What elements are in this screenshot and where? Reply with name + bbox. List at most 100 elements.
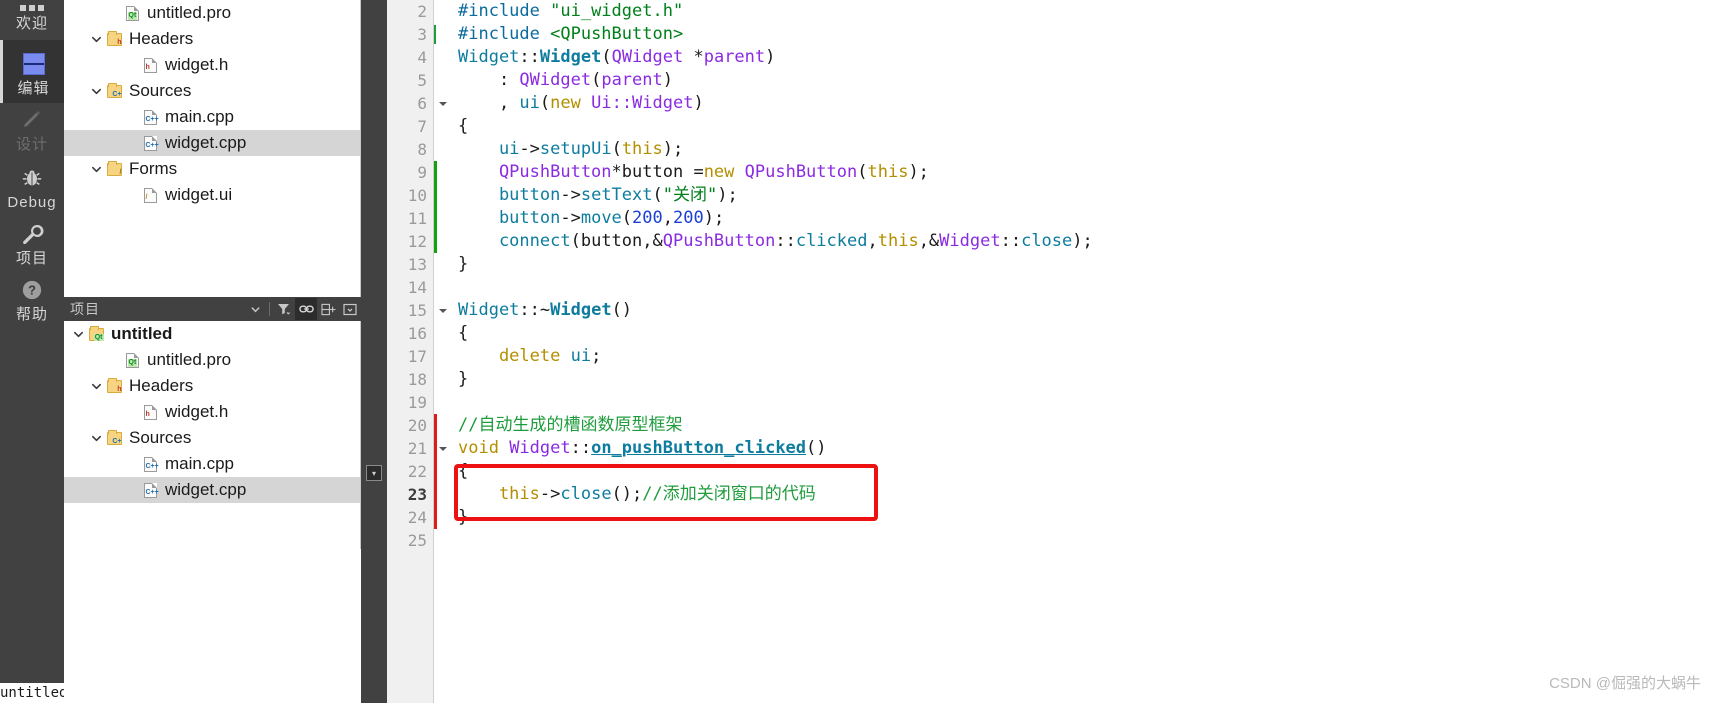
code-token: (	[570, 231, 581, 251]
project-tree: Qt untitled Qt untitled.pro h Headers h widget.…	[64, 321, 360, 503]
code-token: ->	[560, 208, 581, 228]
tree-row[interactable]: C+ Sources	[64, 78, 360, 104]
cpp-file-icon: C++	[140, 135, 160, 151]
code-line: button->move(200,200);	[458, 207, 1717, 230]
mode-item-projects[interactable]: 项目	[0, 217, 64, 273]
close-box-icon[interactable]	[339, 298, 361, 320]
code-token: QPushButton	[744, 162, 858, 182]
code-token: ,	[662, 208, 674, 228]
chevron-down-icon[interactable]	[70, 329, 86, 340]
editor-strip-toggle-button[interactable]: ▾	[366, 465, 382, 481]
code-token: ui	[519, 93, 540, 113]
h-file-icon: h	[140, 404, 160, 420]
line-number: 11	[407, 209, 427, 228]
edit-document-icon	[22, 49, 45, 79]
chevron-down-icon[interactable]	[244, 298, 266, 320]
tree-row[interactable]: C++ widget.cpp	[64, 130, 360, 156]
chevron-down-icon[interactable]	[88, 34, 104, 45]
file-tree-item-label: widget.h	[165, 55, 229, 74]
code-token: connect	[458, 231, 571, 251]
code-token: setupUi	[539, 139, 612, 159]
code-token: this	[877, 231, 919, 251]
code-line: : QWidget(parent)	[458, 69, 1717, 92]
fold-toggle-icon[interactable]	[437, 92, 449, 115]
change-marker-red	[434, 506, 437, 529]
code-token: button	[458, 185, 561, 205]
code-token: "关闭"	[662, 185, 718, 205]
code-token: ui	[570, 346, 592, 366]
fold-toggle-icon[interactable]	[437, 437, 449, 460]
open-documents-tree: Qt untitled.pro h Headers h widget.h C+ Sources…	[64, 0, 361, 297]
mode-item-debug-label: Debug	[7, 194, 57, 211]
code-token: Widget	[458, 300, 520, 320]
code-text-area[interactable]: #include "ui_widget.h" #include <QPushBut…	[454, 0, 1717, 703]
code-token: this	[458, 484, 540, 504]
mode-item-welcome[interactable]: 欢迎	[0, 0, 64, 40]
code-line: void Widget::on_pushButton_clicked()	[458, 437, 1717, 460]
code-line: this->close();//添加关闭窗口的代码	[458, 483, 1717, 506]
tree-row[interactable]: C++ widget.cpp	[64, 477, 360, 503]
chevron-down-icon[interactable]	[88, 86, 104, 97]
line-number: 16	[407, 324, 427, 343]
tree-row[interactable]: C++ main.cpp	[64, 104, 360, 130]
tree-row[interactable]: C++ main.cpp	[64, 451, 360, 477]
tree-row[interactable]: h Headers	[64, 26, 360, 52]
code-editor: ▾ 2 3 4 5 6 7 8 9 10 11 12 13 14 15 16 17 18 19 20 21 22 23 24…	[361, 0, 1717, 703]
dots-icon	[20, 2, 44, 14]
tree-row[interactable]: h Headers	[64, 373, 360, 399]
line-number: 12	[407, 232, 427, 251]
code-token: Widget	[509, 438, 571, 458]
code-token: (	[591, 70, 602, 90]
code-token: )	[662, 70, 673, 90]
chevron-down-icon[interactable]	[88, 381, 104, 392]
filter-icon[interactable]	[273, 298, 295, 320]
tree-row[interactable]: / Forms	[64, 156, 360, 182]
code-token: this	[867, 162, 909, 182]
tree-row[interactable]: h widget.h	[64, 399, 360, 425]
h-file-icon: h	[140, 57, 160, 73]
code-token: on_pushButton_clicked	[591, 438, 807, 458]
watermark-text: CSDN @倔强的大蜗牛	[1549, 675, 1701, 692]
code-token: *	[693, 47, 704, 67]
code-token: button	[621, 162, 694, 182]
mode-selector-bar: 欢迎 编辑 设计 Debug 项目 ? 帮助 untitled	[0, 0, 64, 703]
tree-row[interactable]: Qt untitled.pro	[64, 0, 360, 26]
link-chain-icon[interactable]	[295, 298, 317, 320]
chevron-down-icon[interactable]	[88, 164, 104, 175]
project-tree-item-label: Sources	[129, 428, 192, 447]
file-tree-item-label: widget.ui	[165, 185, 233, 204]
mode-item-edit[interactable]: 编辑	[0, 40, 64, 103]
mode-item-debug[interactable]: Debug	[0, 159, 64, 217]
code-token: (	[539, 93, 551, 113]
code-line: connect(button,&QPushButton::clicked,thi…	[458, 230, 1717, 253]
code-token: button	[580, 231, 643, 251]
pencil-icon	[20, 105, 44, 135]
tree-row[interactable]: C+ Sources	[64, 425, 360, 451]
wrench-icon	[20, 219, 44, 249]
tree-row[interactable]: Qt untitled	[64, 321, 360, 347]
tree-row[interactable]: Qt untitled.pro	[64, 347, 360, 373]
tree-row[interactable]: h widget.h	[64, 52, 360, 78]
change-marker-green	[434, 184, 437, 207]
tree-row[interactable]: / widget.ui	[64, 182, 360, 208]
toolbar-separator	[269, 302, 270, 316]
code-token: (	[857, 162, 868, 182]
split-add-icon[interactable]	[317, 298, 339, 320]
mode-item-design[interactable]: 设计	[0, 103, 64, 159]
mode-item-help[interactable]: ? 帮助	[0, 273, 64, 329]
line-number: 17	[407, 347, 427, 366]
chevron-down-icon[interactable]	[88, 433, 104, 444]
change-marker-red	[434, 414, 437, 437]
mode-item-design-label: 设计	[15, 136, 48, 153]
code-token: QWidget	[519, 70, 592, 90]
code-token: parent	[703, 47, 766, 67]
code-line: }	[458, 253, 1717, 276]
line-number: 8	[417, 140, 427, 159]
fold-toggle-icon[interactable]	[437, 299, 449, 322]
line-number: 6	[417, 94, 427, 113]
